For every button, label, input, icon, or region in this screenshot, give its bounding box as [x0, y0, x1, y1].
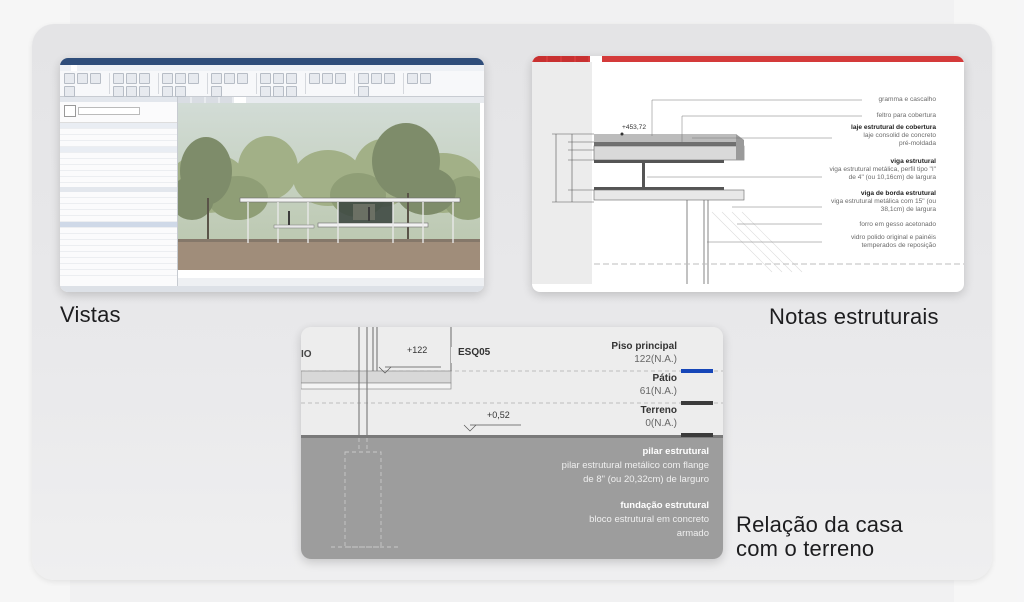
revit-ribbon	[60, 71, 484, 97]
note-title: fundação estrutural	[620, 500, 709, 511]
level-name: Pátio	[652, 373, 677, 384]
note-line: bloco estrutural em concreto	[589, 514, 709, 525]
presentation-card: Vistas +453,72 gramma e cascalho feltro …	[32, 24, 992, 580]
cad-note: feltro para cobertura	[877, 112, 936, 120]
cad-note: forro em gesso acetonado	[859, 221, 936, 229]
structural-detail-screenshot: +453,72 gramma e cascalho feltro para cob…	[532, 56, 964, 292]
level-value: 61(N.A.)	[639, 386, 677, 397]
elevation-view	[178, 103, 480, 278]
revit-title-bar	[60, 58, 484, 65]
level-terreno: Terreno 0(N.A.)	[641, 405, 678, 429]
level-name: Terreno	[640, 405, 678, 416]
level-marker-052: +0,52	[487, 410, 510, 420]
cad-note-line: de 4" (ou 10,16cm) de largura	[848, 174, 936, 181]
view-control-bar	[178, 278, 484, 286]
cad-note: laje estrutural de cobertura laje consoli…	[851, 124, 936, 148]
note-title: pilar estrutural	[642, 446, 709, 457]
cad-note-line: temperados de reposição	[861, 242, 936, 249]
note-line: pilar estrutural metálico com flange	[561, 460, 709, 471]
ribbon-tab-active	[71, 65, 77, 71]
section-tag: ESQ05	[458, 347, 491, 358]
cad-note: vidro polido original e painéis temperado…	[851, 234, 936, 250]
caption-relacao-line2: com o terreno	[736, 536, 875, 561]
left-label: IO	[301, 349, 312, 360]
cad-note: viga de borda estrutural viga estrutural …	[831, 190, 936, 214]
cad-note-line: pré-moldada	[898, 140, 936, 147]
note-pilar: pilar estrutural pilar estrutural metáli…	[562, 445, 709, 487]
note-line: de 8" (ou 20,32cm) de larguro	[583, 474, 709, 485]
cad-note-line: viga estrutural metálica com 15" (ou	[831, 198, 936, 205]
cad-note-title: viga de borda estrutural	[860, 190, 936, 197]
note-line: armado	[676, 528, 709, 539]
properties-and-browser-panel	[60, 97, 178, 286]
cad-note: gramma e cascalho	[878, 96, 936, 104]
note-fundacao: fundação estrutural bloco estrutural em …	[589, 499, 709, 541]
level-marker-122: +122	[407, 345, 428, 355]
cad-note-title: viga estrutural	[890, 158, 936, 165]
cad-note-line: feltro para cobertura	[876, 112, 936, 119]
elevation-drawing	[178, 103, 480, 278]
level-value: 122(N.A.)	[634, 354, 677, 365]
level-value: 0(N.A.)	[645, 418, 677, 429]
revit-window-screenshot	[60, 58, 484, 292]
cad-note-line: 38,1cm) de largura	[880, 206, 936, 213]
caption-vistas: Vistas	[60, 302, 121, 327]
cad-level-marker: +453,72	[622, 124, 647, 131]
cad-note-line: vidro polido original e painéis	[850, 234, 936, 241]
caption-relacao: Relação da casa com o terreno	[736, 513, 903, 561]
level-patio: Pátio 61(N.A.)	[640, 373, 677, 397]
cad-note-line: gramma e cascalho	[878, 96, 936, 103]
cad-note-line: viga estrutural metálica, perfil tipo "I…	[829, 166, 936, 173]
caption-relacao-line1: Relação da casa	[736, 512, 903, 537]
terrain-section-panel: IO +122 ESQ05 +0,52 Piso principal 122(N…	[301, 327, 723, 559]
cad-note-title: laje estrutural de cobertura	[850, 124, 936, 131]
caption-notas: Notas estruturais	[769, 304, 939, 329]
cad-note-line: laje consolid de concreto	[863, 132, 936, 139]
cad-note-line: forro em gesso acetonado	[859, 221, 936, 228]
status-bar	[60, 286, 484, 292]
level-name: Piso principal	[611, 341, 677, 352]
cad-note: viga estrutural viga estrutural metálica,…	[829, 158, 936, 182]
level-piso-principal: Piso principal 122(N.A.)	[611, 341, 677, 365]
